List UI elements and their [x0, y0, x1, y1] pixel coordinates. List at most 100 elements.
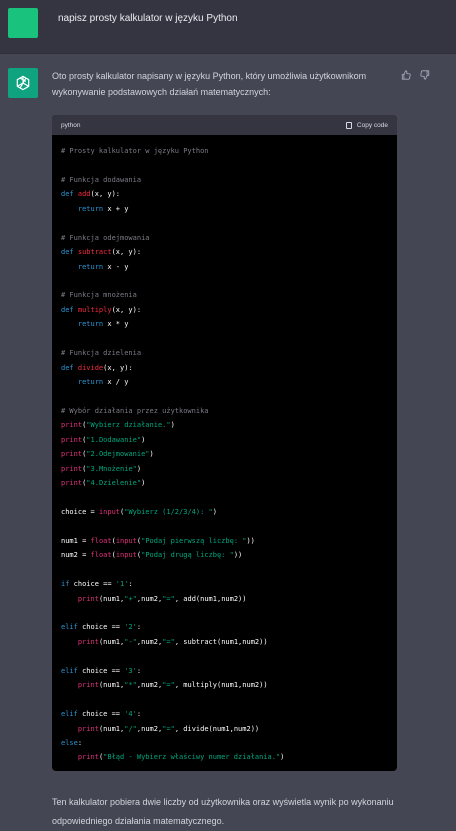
- code-token: ): [149, 450, 154, 459]
- code-line: print(num1,"-",num2,"=", subtract(num1,n…: [61, 635, 397, 649]
- code-token: :: [136, 666, 142, 675]
- code-line: print(num1,"/",num2,"=", divide(num1,num…: [61, 722, 397, 736]
- code-token: input: [98, 507, 121, 516]
- code-token: ,num2,: [136, 594, 163, 603]
- code-line: if choice == '1':: [61, 577, 397, 591]
- code-line: # Wybór działania przez użytkownika: [61, 404, 397, 418]
- code-token: (x, y):: [90, 190, 121, 199]
- code-token: print: [61, 435, 83, 444]
- clipboard-icon: [345, 121, 352, 129]
- code-token: def: [61, 248, 78, 257]
- assistant-avatar: [8, 68, 38, 98]
- code-token: '2': [124, 623, 137, 632]
- code-token: "3.Mnożenie": [86, 464, 137, 473]
- code-language-label: python: [61, 121, 81, 129]
- code-line: return x + y: [61, 202, 397, 216]
- code-token: multiply: [77, 305, 112, 314]
- code-token: '3': [124, 666, 137, 675]
- code-token: (num1,: [98, 681, 125, 690]
- code-token: # Prosty kalkulator w języku Python: [61, 147, 209, 155]
- code-token: ): [212, 507, 217, 516]
- code-token: else: [61, 738, 78, 747]
- code-token: )): [233, 551, 243, 560]
- code-token: num2 =: [61, 551, 91, 560]
- code-line: def add(x, y):: [61, 187, 397, 201]
- code-token: add: [77, 190, 91, 199]
- code-token: "=": [162, 724, 175, 733]
- code-token: :: [128, 580, 133, 589]
- code-token: "Wybierz (1/2/3/4): ": [124, 507, 213, 516]
- code-content: # Prosty kalkulator w języku Python # Fun…: [52, 135, 397, 765]
- code-token: def: [61, 363, 78, 372]
- assistant-message-row: Oto prosty kalkulator napisany w języku …: [0, 54, 456, 100]
- code-block: python Copy code # Prosty kalkulator w j…: [52, 115, 397, 771]
- code-token: x + y: [103, 204, 129, 213]
- code-token: (num1,: [98, 637, 125, 646]
- code-token: :: [136, 623, 142, 632]
- code-line: print("4.Dzielenie"): [61, 476, 397, 490]
- code-token: , add(num1,num2)): [174, 594, 247, 603]
- code-token: "Podaj pierwszą liczbę: ": [141, 536, 247, 545]
- code-token: (x, y):: [111, 305, 142, 314]
- code-line: elif choice == '4':: [61, 707, 397, 721]
- code-token: "Podaj drugą liczbę: ": [141, 551, 234, 560]
- code-token: :: [136, 710, 142, 719]
- code-token: '1': [115, 580, 129, 589]
- code-token: "4.Dzielenie": [86, 479, 142, 488]
- code-token: def: [61, 305, 78, 314]
- code-token: print: [77, 681, 99, 690]
- code-token: num1 =: [61, 536, 91, 545]
- code-token: elif: [61, 623, 78, 632]
- code-line: return x * y: [61, 317, 397, 331]
- code-token: ): [141, 479, 146, 488]
- user-avatar: [8, 8, 38, 38]
- code-token: return: [61, 320, 104, 329]
- copy-code-button[interactable]: Copy code: [345, 121, 388, 129]
- assistant-outro-text: Ten kalkulator pobiera dwie liczby od uż…: [52, 797, 394, 826]
- code-line: # Funkcja mnożenia: [61, 288, 397, 302]
- code-token: "1.Dodawanie": [86, 435, 142, 444]
- code-token: "*": [124, 681, 137, 690]
- code-token: ): [280, 753, 285, 762]
- code-line: print("3.Mnożenie"): [61, 462, 397, 476]
- code-line: def divide(x, y):: [61, 361, 397, 375]
- code-token: (num1,: [98, 594, 125, 603]
- code-token: print: [77, 724, 99, 733]
- feedback-controls: [401, 70, 430, 83]
- code-token: def: [61, 190, 78, 199]
- code-token: choice ==: [69, 580, 116, 589]
- code-token: , multiply(num1,num2)): [174, 681, 268, 690]
- code-line: print("1.Dodawanie"): [61, 433, 397, 447]
- code-token: x / y: [103, 378, 129, 386]
- code-line: def subtract(x, y):: [61, 245, 397, 259]
- thumbs-down-icon[interactable]: [420, 70, 430, 83]
- code-token: "Wybierz działanie.": [86, 421, 171, 430]
- code-token: ,num2,: [136, 637, 163, 646]
- code-line: return x - y: [61, 260, 397, 274]
- code-line: print("2.Odejmowanie"): [61, 447, 397, 461]
- code-token: choice ==: [77, 666, 125, 675]
- code-line: print(num1,"+",num2,"=", add(num1,num2)): [61, 592, 397, 606]
- code-token: float: [90, 536, 112, 545]
- code-line: # Funkcja odejmowania: [61, 231, 397, 245]
- code-token: # Funkcja dodawania: [61, 175, 142, 184]
- code-token: print: [77, 753, 99, 762]
- code-token: return: [61, 262, 104, 271]
- code-token: ): [136, 464, 142, 473]
- code-token: subtract: [77, 248, 112, 257]
- user-message-text: napisz prosty kalkulator w języku Python: [58, 13, 238, 24]
- thumbs-up-icon[interactable]: [401, 70, 411, 83]
- code-token: print: [61, 421, 83, 430]
- code-token: , subtract(num1,num2)): [174, 637, 268, 646]
- code-token: # Wybór działania przez użytkownika: [61, 406, 209, 415]
